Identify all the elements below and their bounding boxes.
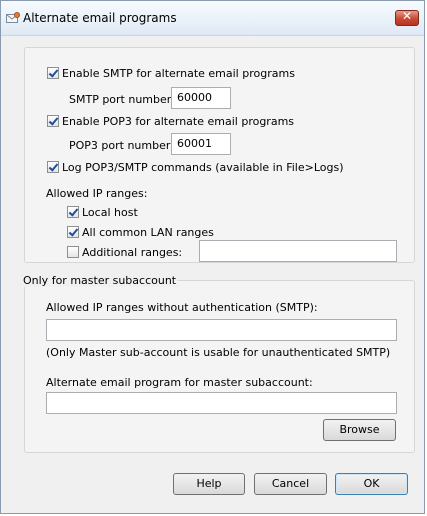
- enable-smtp-label: Enable SMTP for alternate email programs: [62, 67, 295, 80]
- lan-ranges-label: All common LAN ranges: [82, 226, 214, 239]
- log-commands-label: Log POP3/SMTP commands (available in Fil…: [62, 161, 344, 174]
- no-auth-ip-input[interactable]: [46, 319, 397, 341]
- envelope-gear-icon: [6, 12, 20, 23]
- enable-pop3-label: Enable POP3 for alternate email programs: [62, 115, 295, 128]
- additional-ranges-checkbox[interactable]: [67, 246, 79, 258]
- enable-smtp-checkbox[interactable]: [47, 67, 59, 79]
- additional-ranges-label: Additional ranges:: [82, 246, 183, 259]
- ok-button[interactable]: OK: [335, 473, 408, 495]
- program-label: Alternate email program for master subac…: [46, 376, 313, 389]
- help-button[interactable]: Help: [173, 473, 245, 495]
- pop3-port-label: POP3 port number:: [69, 139, 174, 152]
- smtp-port-input[interactable]: 60000: [171, 87, 231, 109]
- allowed-ip-heading: Allowed IP ranges:: [46, 187, 148, 200]
- smtp-port-label: SMTP port number:: [69, 93, 175, 106]
- cancel-button[interactable]: Cancel: [254, 473, 327, 495]
- enable-pop3-checkbox[interactable]: [47, 115, 59, 127]
- local-host-label: Local host: [82, 206, 138, 219]
- master-section-title: Only for master subaccount: [21, 274, 179, 287]
- program-path-input[interactable]: [46, 392, 397, 414]
- additional-ranges-input[interactable]: [199, 240, 397, 262]
- close-button[interactable]: ✕: [395, 9, 419, 26]
- dialog-window: Alternate email programs ✕ Enable SMTP f…: [0, 0, 425, 514]
- log-commands-checkbox[interactable]: [47, 161, 59, 173]
- no-auth-ip-label: Allowed IP ranges without authentication…: [46, 301, 318, 314]
- title-bar: Alternate email programs ✕: [1, 1, 424, 36]
- pop3-port-input[interactable]: 60001: [171, 133, 231, 155]
- master-note: (Only Master sub-account is usable for u…: [46, 346, 391, 359]
- window-title: Alternate email programs: [23, 11, 177, 25]
- lan-ranges-checkbox[interactable]: [67, 226, 79, 238]
- local-host-checkbox[interactable]: [67, 206, 79, 218]
- browse-button[interactable]: Browse: [323, 419, 396, 441]
- close-icon: ✕: [401, 9, 413, 23]
